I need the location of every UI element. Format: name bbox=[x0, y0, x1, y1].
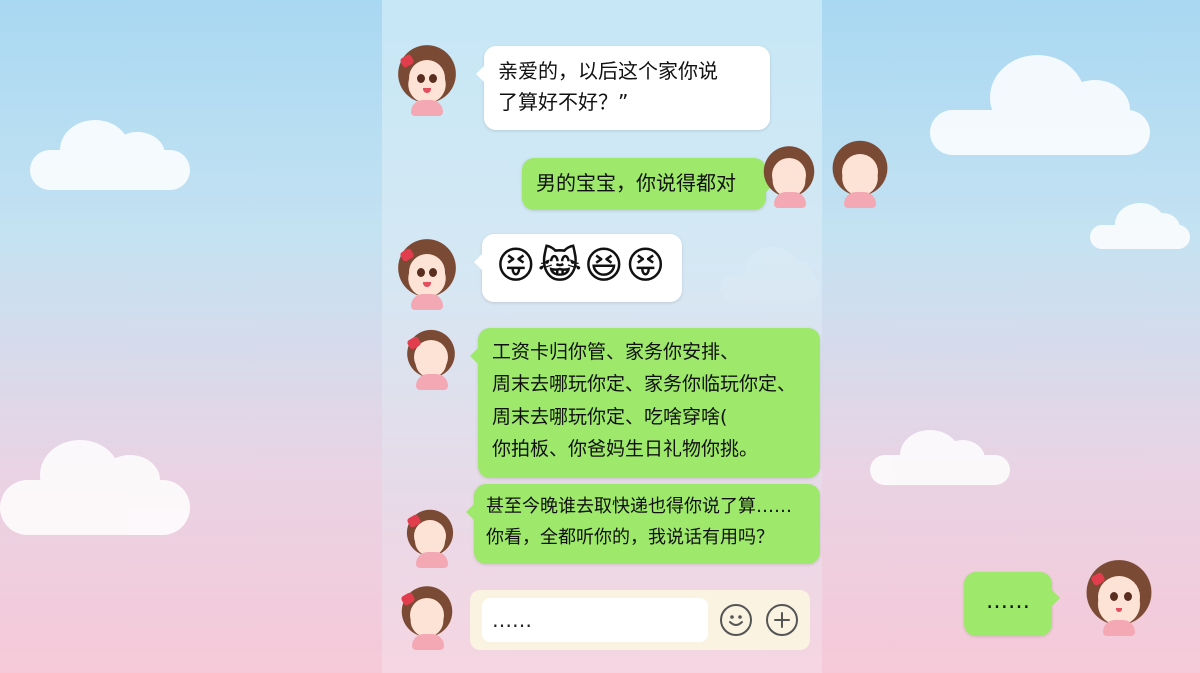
avatar-girl[interactable] bbox=[392, 580, 462, 650]
message-text: 你看，全都听你的，我说话有用吗？ bbox=[486, 526, 774, 548]
message-text: 周末去哪玩你定、吃啥穿啥( bbox=[492, 405, 728, 428]
message-bubble[interactable]: 男的宝宝，你说得都对 bbox=[522, 158, 774, 210]
message-text: 你拍板、你爸妈生日礼物你挑。 bbox=[492, 437, 759, 460]
background-cloud bbox=[30, 120, 190, 190]
avatar-girl[interactable] bbox=[387, 232, 467, 312]
emoji-message-bubble[interactable]: 😝😹😆😝 bbox=[474, 234, 682, 302]
background-cloud bbox=[930, 55, 1150, 155]
avatar-girl[interactable] bbox=[387, 38, 467, 118]
avatar-girl[interactable] bbox=[398, 504, 462, 568]
message-input[interactable]: …… bbox=[482, 598, 708, 642]
laughing-emoji-icons: 😝😹😆😝 bbox=[496, 243, 668, 287]
background-cloud bbox=[0, 440, 190, 535]
background-cloud bbox=[1090, 203, 1190, 249]
message-text: 工资卡归你管、家务你安排、 bbox=[492, 341, 740, 363]
avatar-girl-speechless[interactable] bbox=[1074, 552, 1164, 642]
message-text: 了算好不好？” bbox=[498, 90, 629, 114]
message-text: …… bbox=[986, 589, 1030, 614]
message-composer: …… bbox=[470, 590, 810, 650]
avatar-girl[interactable] bbox=[398, 324, 464, 390]
message-bubble[interactable]: 亲爱的，以后这个家你说 了算好不好？” bbox=[476, 46, 770, 130]
avatar-girl-laughing[interactable] bbox=[754, 140, 824, 210]
smile-icon[interactable] bbox=[720, 604, 752, 636]
avatar-girl-laughing[interactable] bbox=[822, 134, 898, 210]
message-text: 亲爱的，以后这个家你说 bbox=[498, 59, 718, 83]
background-cloud bbox=[870, 430, 1010, 485]
plus-icon[interactable] bbox=[766, 604, 798, 636]
message-bubble[interactable]: …… bbox=[964, 572, 1060, 636]
message-text: 男的宝宝，你说得都对 bbox=[536, 171, 736, 195]
message-bubble[interactable]: 工资卡归你管、家务你安排、 周末去哪玩你定、家务你临玩你定、 周末去哪玩你定、吃… bbox=[470, 328, 820, 478]
message-text: 甚至今晚谁去取快递也得你说了算…… bbox=[486, 496, 792, 517]
message-text: 周末去哪玩你定、家务你临玩你定、 bbox=[492, 373, 797, 396]
message-bubble[interactable]: 甚至今晚谁去取快递也得你说了算…… 你看，全都听你的，我说话有用吗？ bbox=[466, 484, 820, 564]
